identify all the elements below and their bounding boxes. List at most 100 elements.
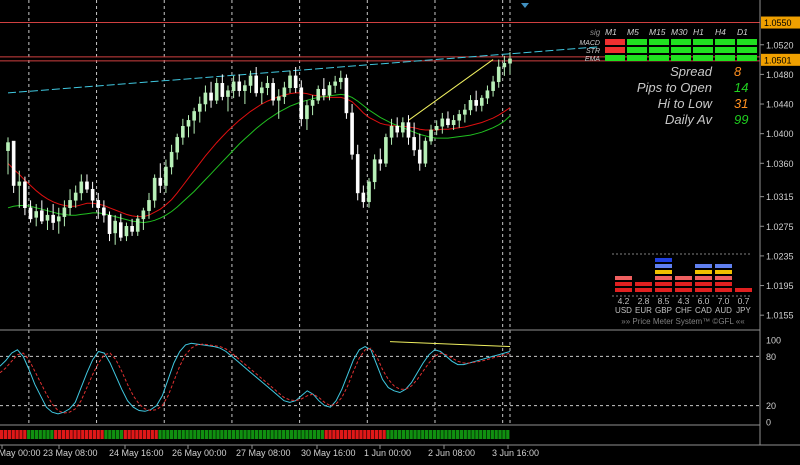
stat-value: 99: [734, 112, 748, 127]
signal-bar-segment: [351, 430, 355, 439]
stochastic-axis-label: 80: [766, 352, 776, 362]
signal-bar-segment: [208, 430, 212, 439]
signal-bar-segment: [7, 430, 11, 439]
mtf-signal-cell: [649, 39, 669, 45]
signal-bar-segment: [150, 430, 154, 439]
meter-bar: [655, 288, 672, 292]
candle-body: [96, 200, 101, 209]
candle-body: [152, 177, 157, 201]
mtf-signal-cell: [671, 55, 691, 61]
signal-bar-segment: [336, 430, 340, 439]
signal-bar-segment: [347, 430, 351, 439]
price-axis-label: 1.0501: [764, 55, 792, 65]
candle-body: [378, 159, 383, 164]
candle-body: [451, 120, 456, 126]
signal-bar-segment: [239, 430, 243, 439]
signal-bar-segment: [177, 430, 181, 439]
meter-currency: USD: [615, 306, 632, 315]
candle-body: [135, 218, 140, 232]
mtf-signal-cell: [693, 39, 713, 45]
signal-bar-segment: [216, 430, 220, 439]
meter-bar: [715, 270, 732, 274]
candle-body: [231, 81, 236, 91]
meter-bar: [615, 282, 632, 286]
signal-bar-segment: [200, 430, 205, 439]
signal-bar-segment: [85, 430, 89, 439]
signal-bar-segment: [193, 430, 197, 439]
signal-bar-segment: [181, 430, 185, 439]
mtf-signal-cell: [715, 39, 735, 45]
signal-bar-segment: [69, 430, 73, 439]
candle-body: [28, 207, 33, 220]
signal-bar-segment: [173, 430, 178, 439]
price-axis-label: 1.0520: [766, 40, 794, 50]
signal-bar-segment: [490, 430, 494, 439]
signal-bar-segment: [92, 430, 96, 439]
signal-bar-segment: [81, 430, 85, 439]
signal-bar-segment: [394, 430, 398, 439]
chart-canvas: 1.0550 1.0520 1.0501 1.0480 1.0440 1.0400 1.03…: [0, 0, 800, 460]
signal-bar-segment: [50, 430, 54, 439]
candle-body: [350, 112, 354, 155]
meter-bar: [675, 288, 692, 292]
mtf-signal-cell: [649, 55, 669, 61]
mtf-signal-cell: [715, 47, 735, 53]
signal-bar-segment: [343, 430, 348, 439]
candle-body: [181, 126, 185, 138]
signal-bar-segment: [61, 430, 66, 439]
mtf-timeframe-label: D1: [737, 27, 748, 37]
signal-bar-segment: [258, 430, 263, 439]
signal-bar-segment: [498, 430, 502, 439]
signal-bar-segment: [46, 430, 50, 439]
meter-bar: [655, 282, 672, 286]
meter-bar: [695, 264, 712, 268]
signal-bar-segment: [401, 430, 406, 439]
signal-bar-segment: [355, 430, 359, 439]
signal-bar-segment: [363, 430, 367, 439]
signal-bar-segment: [332, 430, 336, 439]
mtf-signal-cell: [737, 55, 757, 61]
meter-bar: [715, 282, 732, 286]
signal-bar-segment: [170, 430, 174, 439]
signal-bar-segment: [57, 430, 62, 439]
price-axis-label: 1.0400: [766, 129, 794, 139]
candle-body: [322, 88, 326, 96]
signal-bar-segment: [142, 430, 147, 439]
signal-bar-segment: [54, 430, 58, 439]
candle-body: [479, 97, 484, 106]
signal-bar-segment: [112, 430, 116, 439]
signal-bar-segment: [104, 430, 108, 439]
mtf-signal-cell: [649, 47, 669, 53]
meter-bar: [715, 288, 732, 292]
signal-bar-segment: [231, 430, 236, 439]
candle-body: [434, 126, 439, 131]
candle-body: [220, 83, 225, 97]
candle-body: [282, 87, 287, 97]
signal-bar-segment: [444, 430, 448, 439]
meter-bar: [695, 282, 712, 286]
signal-bar-segment: [386, 430, 390, 439]
signal-bar-segment: [243, 430, 247, 439]
signal-bar-segment: [397, 430, 402, 439]
candle-body: [389, 126, 394, 138]
mtf-signal-cell: [627, 47, 647, 53]
candle-body: [248, 75, 253, 86]
candle-body: [79, 181, 84, 194]
signal-bar-segment: [282, 430, 286, 439]
signal-bar-segment: [359, 430, 363, 439]
signal-bar-segment: [38, 430, 42, 439]
price-axis-label: 1.0480: [766, 70, 794, 80]
candle-body: [164, 166, 168, 186]
price-axis-label: 1.0195: [766, 281, 794, 291]
mtf-timeframe-label: M15: [649, 27, 666, 37]
signal-bar-segment: [312, 430, 317, 439]
meter-bar: [615, 288, 632, 292]
signal-bar-segment: [162, 430, 166, 439]
signal-bar-segment: [96, 430, 100, 439]
signal-bar-segment: [3, 430, 8, 439]
signal-bar-segment: [340, 430, 344, 439]
signal-bar-segment: [471, 430, 475, 439]
signal-bar-segment: [88, 430, 93, 439]
signal-bar-segment: [316, 430, 321, 439]
mtf-signal-cell: [627, 39, 647, 45]
